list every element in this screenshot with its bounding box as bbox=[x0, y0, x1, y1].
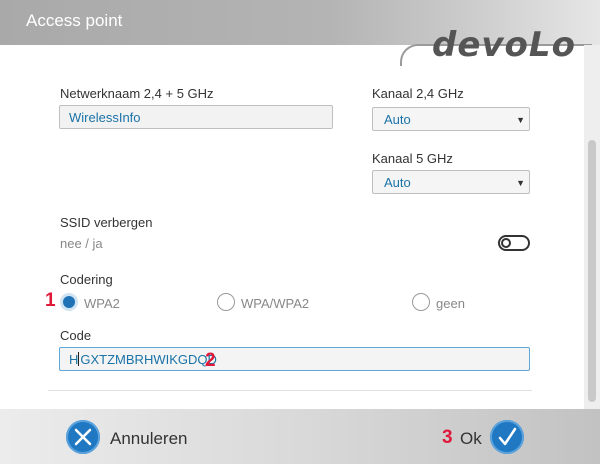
network-name-label: Netwerknaam 2,4 + 5 GHz bbox=[60, 86, 214, 101]
channel-5-label: Kanaal 5 GHz bbox=[372, 151, 453, 166]
radio-geen[interactable] bbox=[412, 293, 430, 311]
channel-24-label: Kanaal 2,4 GHz bbox=[372, 86, 464, 101]
dropdown-arrow-icon: ▼ bbox=[516, 115, 525, 125]
channel-24-value: Auto bbox=[384, 112, 411, 127]
radio-wpa-wpa2-label: WPA/WPA2 bbox=[241, 296, 310, 311]
toggle-knob bbox=[501, 238, 511, 248]
ssid-hide-toggle-text: nee / ja bbox=[60, 236, 103, 251]
ok-button[interactable] bbox=[490, 420, 524, 454]
annotation-marker-2: 2 bbox=[205, 350, 216, 371]
content-divider bbox=[48, 390, 532, 391]
close-icon bbox=[74, 428, 92, 446]
channel-24-select[interactable]: Auto ▼ bbox=[372, 107, 530, 131]
network-name-value: WirelessInfo bbox=[69, 110, 141, 125]
checkmark-icon bbox=[498, 427, 517, 446]
code-value: GXTZMBRHWIKGDQD bbox=[80, 352, 217, 367]
dropdown-arrow-icon: ▼ bbox=[516, 178, 525, 188]
annotation-marker-3: 3 bbox=[442, 427, 453, 448]
scrollbar-thumb[interactable] bbox=[588, 140, 596, 402]
ssid-hide-label: SSID verbergen bbox=[60, 215, 153, 230]
cancel-button[interactable] bbox=[66, 420, 100, 454]
radio-wpa2-label: WPA2 bbox=[84, 296, 120, 311]
radio-wpa2[interactable] bbox=[60, 293, 78, 311]
encryption-label: Codering bbox=[60, 272, 113, 287]
radio-geen-label: geen bbox=[436, 296, 465, 311]
channel-5-select[interactable]: Auto ▼ bbox=[372, 170, 530, 194]
radio-wpa-wpa2[interactable] bbox=[217, 293, 235, 311]
network-name-input[interactable]: WirelessInfo bbox=[59, 105, 333, 129]
channel-5-value: Auto bbox=[384, 175, 411, 190]
devolo-logo: devoLo bbox=[432, 25, 576, 65]
ok-button-label[interactable]: Ok bbox=[460, 429, 482, 449]
ssid-hide-toggle[interactable] bbox=[498, 235, 530, 251]
code-value-prefix: H bbox=[69, 352, 79, 367]
code-label: Code bbox=[60, 328, 92, 343]
code-input[interactable]: H GXTZMBRHWIKGDQD bbox=[59, 347, 530, 371]
cancel-button-label[interactable]: Annuleren bbox=[110, 429, 188, 449]
window-title: Access point bbox=[26, 11, 123, 30]
annotation-marker-1: 1 bbox=[45, 290, 56, 311]
